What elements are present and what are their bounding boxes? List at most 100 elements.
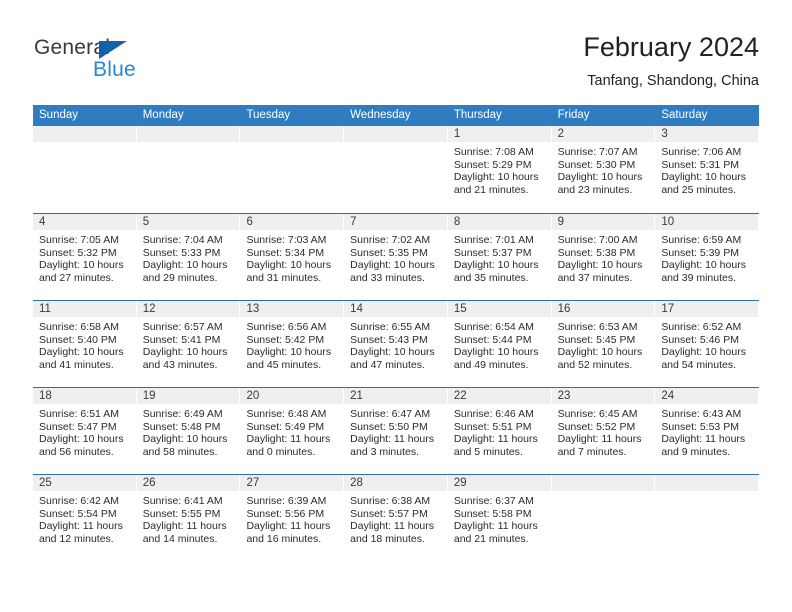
- day-number: 29: [447, 475, 551, 491]
- calendar-day-cell[interactable]: 18 Sunrise: 6:51 AM Sunset: 5:47 PM Dayligh…: [33, 388, 137, 474]
- day-detail-line: and 23 minutes.: [557, 183, 633, 196]
- calendar-day-cell[interactable]: 17 Sunrise: 6:52 AM Sunset: 5:46 PM Dayligh…: [655, 301, 760, 387]
- calendar-day-cell[interactable]: 29 Sunrise: 6:37 AM Sunset: 5:58 PM Dayligh…: [447, 475, 552, 561]
- calendar-day-cell[interactable]: 24 Sunrise: 6:43 AM Sunset: 5:53 PM Dayligh…: [655, 388, 760, 474]
- day-detail-line: Sunrise: 6:53 AM: [557, 321, 638, 333]
- calendar-day-cell[interactable]: 5 Sunrise: 7:04 AM Sunset: 5:33 PM Daylight…: [136, 214, 241, 300]
- day-number: 9: [551, 214, 655, 230]
- day-detail-line: and 31 minutes.: [246, 271, 322, 284]
- day-details: [655, 491, 758, 495]
- day-details: Sunrise: 7:01 AM Sunset: 5:37 PM Daylight:…: [448, 230, 551, 284]
- calendar-day-cell[interactable]: 1 Sunrise: 7:08 AM Sunset: 5:29 PM Daylight…: [447, 126, 552, 213]
- calendar-day-cell[interactable]: 28 Sunrise: 6:38 AM Sunset: 5:57 PM Dayligh…: [344, 475, 448, 561]
- calendar-day-cell[interactable]: 19 Sunrise: 6:49 AM Sunset: 5:48 PM Dayligh…: [136, 388, 241, 474]
- day-number: 6: [240, 214, 344, 230]
- day-detail-line: Sunset: 5:55 PM: [142, 507, 221, 520]
- day-detail-line: and 41 minutes.: [39, 358, 114, 371]
- calendar-day-cell[interactable]: 22 Sunrise: 6:46 AM Sunset: 5:51 PM Dayligh…: [447, 388, 552, 474]
- day-number: 14: [344, 301, 447, 317]
- calendar-day-cell[interactable]: 14 Sunrise: 6:55 AM Sunset: 5:43 PM Dayligh…: [344, 301, 448, 387]
- day-detail-line: Sunset: 5:52 PM: [557, 420, 636, 433]
- day-number: 1: [447, 126, 551, 142]
- calendar-day-cell[interactable]: 9 Sunrise: 7:00 AM Sunset: 5:38 PM Daylight…: [551, 214, 656, 300]
- day-details: Sunrise: 6:41 AM Sunset: 5:55 PM Daylight:…: [137, 491, 240, 545]
- calendar-day-cell[interactable]: 2 Sunrise: 7:07 AM Sunset: 5:30 PM Daylight…: [551, 126, 656, 213]
- day-number: 11: [33, 301, 136, 317]
- day-details: Sunrise: 6:59 AM Sunset: 5:39 PM Daylight:…: [655, 230, 758, 284]
- day-details: Sunrise: 7:07 AM Sunset: 5:30 PM Daylight:…: [552, 142, 655, 196]
- calendar-day-cell[interactable]: 12 Sunrise: 6:57 AM Sunset: 5:41 PM Dayligh…: [136, 301, 241, 387]
- day-detail-line: Daylight: 10 hours: [661, 259, 746, 272]
- day-number: [240, 126, 344, 142]
- day-number: [33, 126, 136, 142]
- day-details: Sunrise: 6:47 AM Sunset: 5:50 PM Daylight:…: [344, 404, 447, 458]
- calendar-weeks: 1 Sunrise: 7:08 AM Sunset: 5:29 PM Daylight…: [33, 126, 760, 561]
- day-detail-line: Sunrise: 6:37 AM: [453, 495, 534, 507]
- day-detail-line: Daylight: 10 hours: [661, 346, 746, 359]
- day-number: 28: [344, 475, 447, 491]
- calendar-day-cell[interactable]: 10 Sunrise: 6:59 AM Sunset: 5:39 PM Dayligh…: [655, 214, 760, 300]
- day-details: [33, 142, 136, 146]
- day-detail-line: and 54 minutes.: [661, 358, 737, 371]
- day-detail-line: and 56 minutes.: [39, 445, 114, 458]
- calendar-day-cell[interactable]: 27 Sunrise: 6:39 AM Sunset: 5:56 PM Dayligh…: [240, 475, 345, 561]
- day-detail-line: Sunset: 5:32 PM: [39, 246, 117, 259]
- calendar-day-cell[interactable]: 3 Sunrise: 7:06 AM Sunset: 5:31 PM Daylight…: [655, 126, 760, 213]
- day-detail-line: Sunset: 5:48 PM: [142, 420, 221, 433]
- day-detail-line: Sunset: 5:33 PM: [142, 246, 221, 259]
- calendar-day-cell[interactable]: 7 Sunrise: 7:02 AM Sunset: 5:35 PM Daylight…: [344, 214, 448, 300]
- calendar-grid: Sunday Monday Tuesday Wednesday Thursday Frid…: [33, 105, 760, 561]
- calendar-day-cell[interactable]: 21 Sunrise: 6:47 AM Sunset: 5:50 PM Dayligh…: [344, 388, 448, 474]
- day-detail-line: and 14 minutes.: [142, 532, 218, 545]
- calendar-day-cell[interactable]: 13 Sunrise: 6:56 AM Sunset: 5:42 PM Dayligh…: [240, 301, 345, 387]
- day-number: 10: [655, 214, 759, 230]
- day-details: Sunrise: 6:43 AM Sunset: 5:53 PM Daylight:…: [655, 404, 758, 458]
- day-detail-line: and 21 minutes.: [453, 532, 529, 545]
- day-detail-line: and 7 minutes.: [557, 445, 627, 458]
- calendar-day-cell[interactable]: 20 Sunrise: 6:48 AM Sunset: 5:49 PM Dayligh…: [240, 388, 345, 474]
- day-detail-line: Sunset: 5:54 PM: [39, 507, 117, 520]
- weekday-header-monday: Monday: [142, 109, 184, 121]
- day-detail-line: and 3 minutes.: [350, 445, 420, 458]
- calendar-day-cell[interactable]: 16 Sunrise: 6:53 AM Sunset: 5:45 PM Dayligh…: [551, 301, 656, 387]
- day-details: Sunrise: 6:42 AM Sunset: 5:54 PM Daylight:…: [33, 491, 136, 545]
- day-details: Sunrise: 6:53 AM Sunset: 5:45 PM Daylight:…: [552, 317, 655, 371]
- calendar-page: General Blue February 2024 Tanfang, Shan…: [0, 0, 792, 612]
- location-subtitle: Tanfang, Shandong, China: [587, 73, 759, 89]
- calendar-day-cell[interactable]: 4 Sunrise: 7:05 AM Sunset: 5:32 PM Daylight…: [33, 214, 137, 300]
- weekday-header-saturday: Saturday: [661, 109, 708, 121]
- calendar-week-row: 1 Sunrise: 7:08 AM Sunset: 5:29 PM Daylight…: [33, 126, 760, 213]
- day-detail-line: Daylight: 10 hours: [39, 433, 124, 446]
- day-detail-line: Daylight: 11 hours: [557, 433, 642, 446]
- day-number: [551, 475, 655, 491]
- day-details: Sunrise: 6:48 AM Sunset: 5:49 PM Daylight:…: [240, 404, 343, 458]
- calendar-empty-cell: [33, 126, 137, 213]
- page-header: General Blue February 2024 Tanfang, Shan…: [33, 30, 759, 98]
- day-detail-line: Sunrise: 6:55 AM: [350, 321, 431, 333]
- day-detail-line: Daylight: 10 hours: [142, 433, 228, 446]
- day-detail-line: Sunrise: 7:04 AM: [142, 234, 223, 246]
- day-detail-line: Daylight: 10 hours: [453, 171, 539, 184]
- day-detail-line: Sunrise: 6:42 AM: [39, 495, 119, 507]
- calendar-day-cell[interactable]: 6 Sunrise: 7:03 AM Sunset: 5:34 PM Daylight…: [240, 214, 345, 300]
- day-detail-line: Daylight: 10 hours: [453, 259, 539, 272]
- day-number: 21: [344, 388, 447, 404]
- day-number: 5: [136, 214, 240, 230]
- calendar-day-cell[interactable]: 25 Sunrise: 6:42 AM Sunset: 5:54 PM Dayligh…: [33, 475, 137, 561]
- calendar-day-cell[interactable]: 8 Sunrise: 7:01 AM Sunset: 5:37 PM Daylight…: [447, 214, 552, 300]
- day-number: 3: [655, 126, 759, 142]
- calendar-day-cell[interactable]: 23 Sunrise: 6:45 AM Sunset: 5:52 PM Dayligh…: [551, 388, 656, 474]
- day-detail-line: Sunset: 5:43 PM: [350, 333, 428, 346]
- calendar-day-cell[interactable]: 26 Sunrise: 6:41 AM Sunset: 5:55 PM Dayligh…: [136, 475, 241, 561]
- day-detail-line: and 16 minutes.: [246, 532, 322, 545]
- day-detail-line: Daylight: 11 hours: [39, 520, 123, 533]
- calendar-day-cell[interactable]: 11 Sunrise: 6:58 AM Sunset: 5:40 PM Dayligh…: [33, 301, 137, 387]
- day-details: Sunrise: 6:37 AM Sunset: 5:58 PM Daylight:…: [448, 491, 551, 545]
- calendar-day-cell[interactable]: 15 Sunrise: 6:54 AM Sunset: 5:44 PM Dayligh…: [447, 301, 552, 387]
- day-detail-line: Daylight: 10 hours: [142, 259, 228, 272]
- day-detail-line: Sunset: 5:49 PM: [246, 420, 325, 433]
- day-detail-line: Sunset: 5:42 PM: [246, 333, 325, 346]
- day-detail-line: Sunrise: 6:41 AM: [142, 495, 223, 507]
- day-number: 25: [33, 475, 136, 491]
- day-number: 7: [344, 214, 447, 230]
